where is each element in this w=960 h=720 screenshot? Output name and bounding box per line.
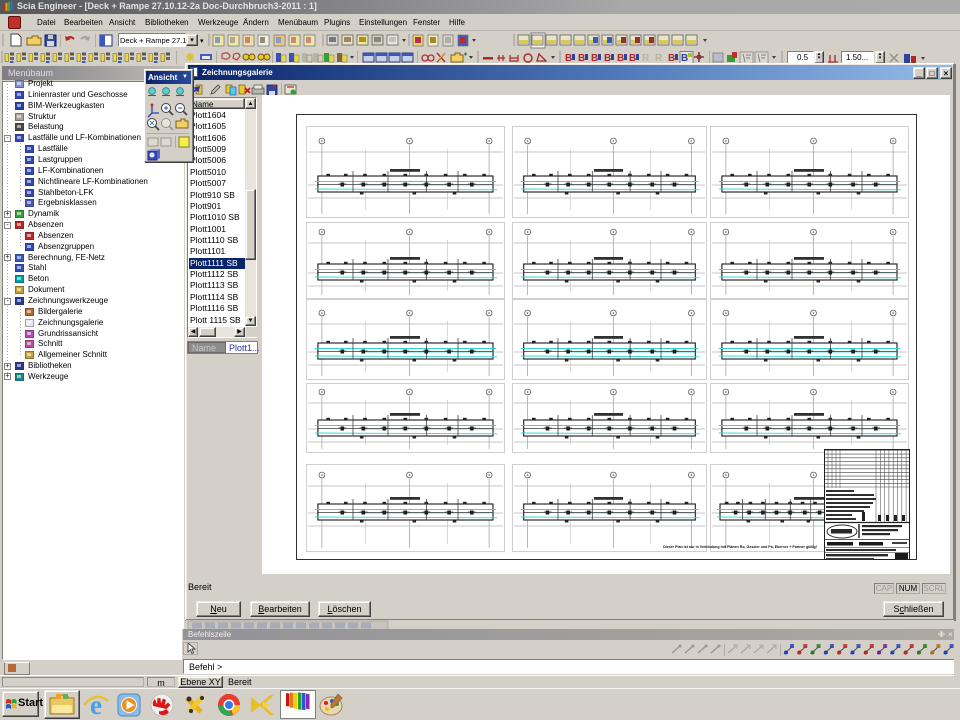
svg-text:Dieser Plan ist nur in Verbind: Dieser Plan ist nur in Verbindung mit Pl… xyxy=(663,545,817,549)
